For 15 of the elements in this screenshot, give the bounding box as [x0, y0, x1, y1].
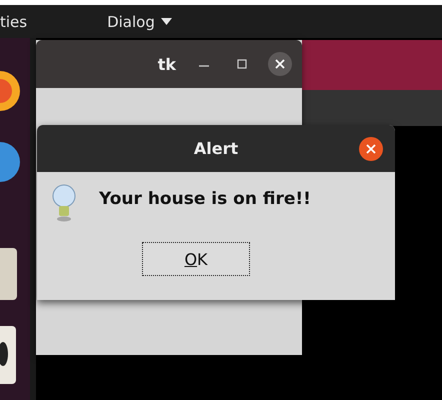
close-icon [275, 59, 285, 69]
close-icon [366, 144, 376, 154]
lightbulb-icon [51, 184, 77, 222]
alert-message: Your house is on fire!! [99, 189, 311, 209]
window-title: tk [158, 54, 176, 74]
maximize-icon [237, 59, 247, 69]
dialog-title: Alert [194, 139, 238, 158]
app-icon[interactable] [0, 326, 16, 384]
ok-button[interactable]: OK [142, 242, 250, 276]
caret-icon [160, 18, 172, 25]
browser-icon[interactable] [0, 70, 20, 112]
activities-label[interactable]: ties [0, 12, 28, 30]
app-menu[interactable]: Dialog [107, 12, 172, 30]
close-button[interactable] [268, 52, 292, 76]
close-button[interactable] [359, 137, 383, 161]
